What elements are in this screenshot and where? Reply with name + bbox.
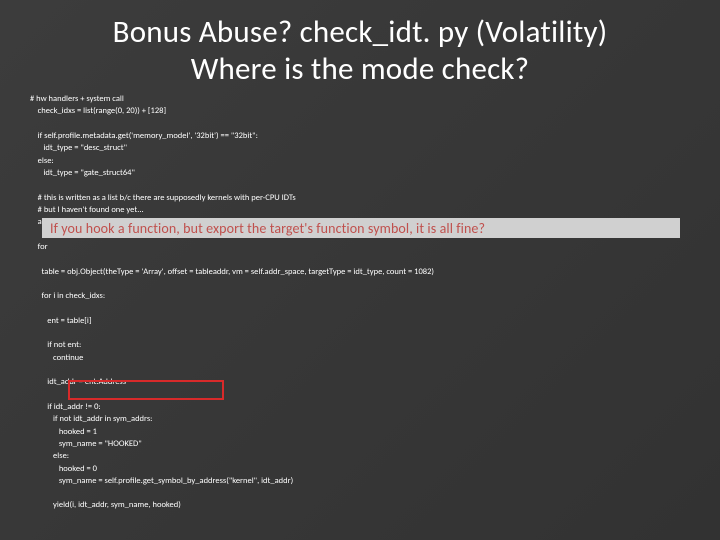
- code-block: # hw handlers + system call check_idxs =…: [30, 93, 690, 512]
- title-line-1: Bonus Abuse? check_idt. py (Volatility): [113, 13, 608, 51]
- slide-title: Bonus Abuse? check_idt. py (Volatility) …: [30, 14, 690, 87]
- slide: Bonus Abuse? check_idt. py (Volatility) …: [0, 0, 720, 540]
- callout-banner: If you hook a function, but export the t…: [42, 218, 680, 238]
- callout-text: If you hook a function, but export the t…: [50, 220, 485, 237]
- title-line-2: Where is the mode check?: [191, 50, 530, 88]
